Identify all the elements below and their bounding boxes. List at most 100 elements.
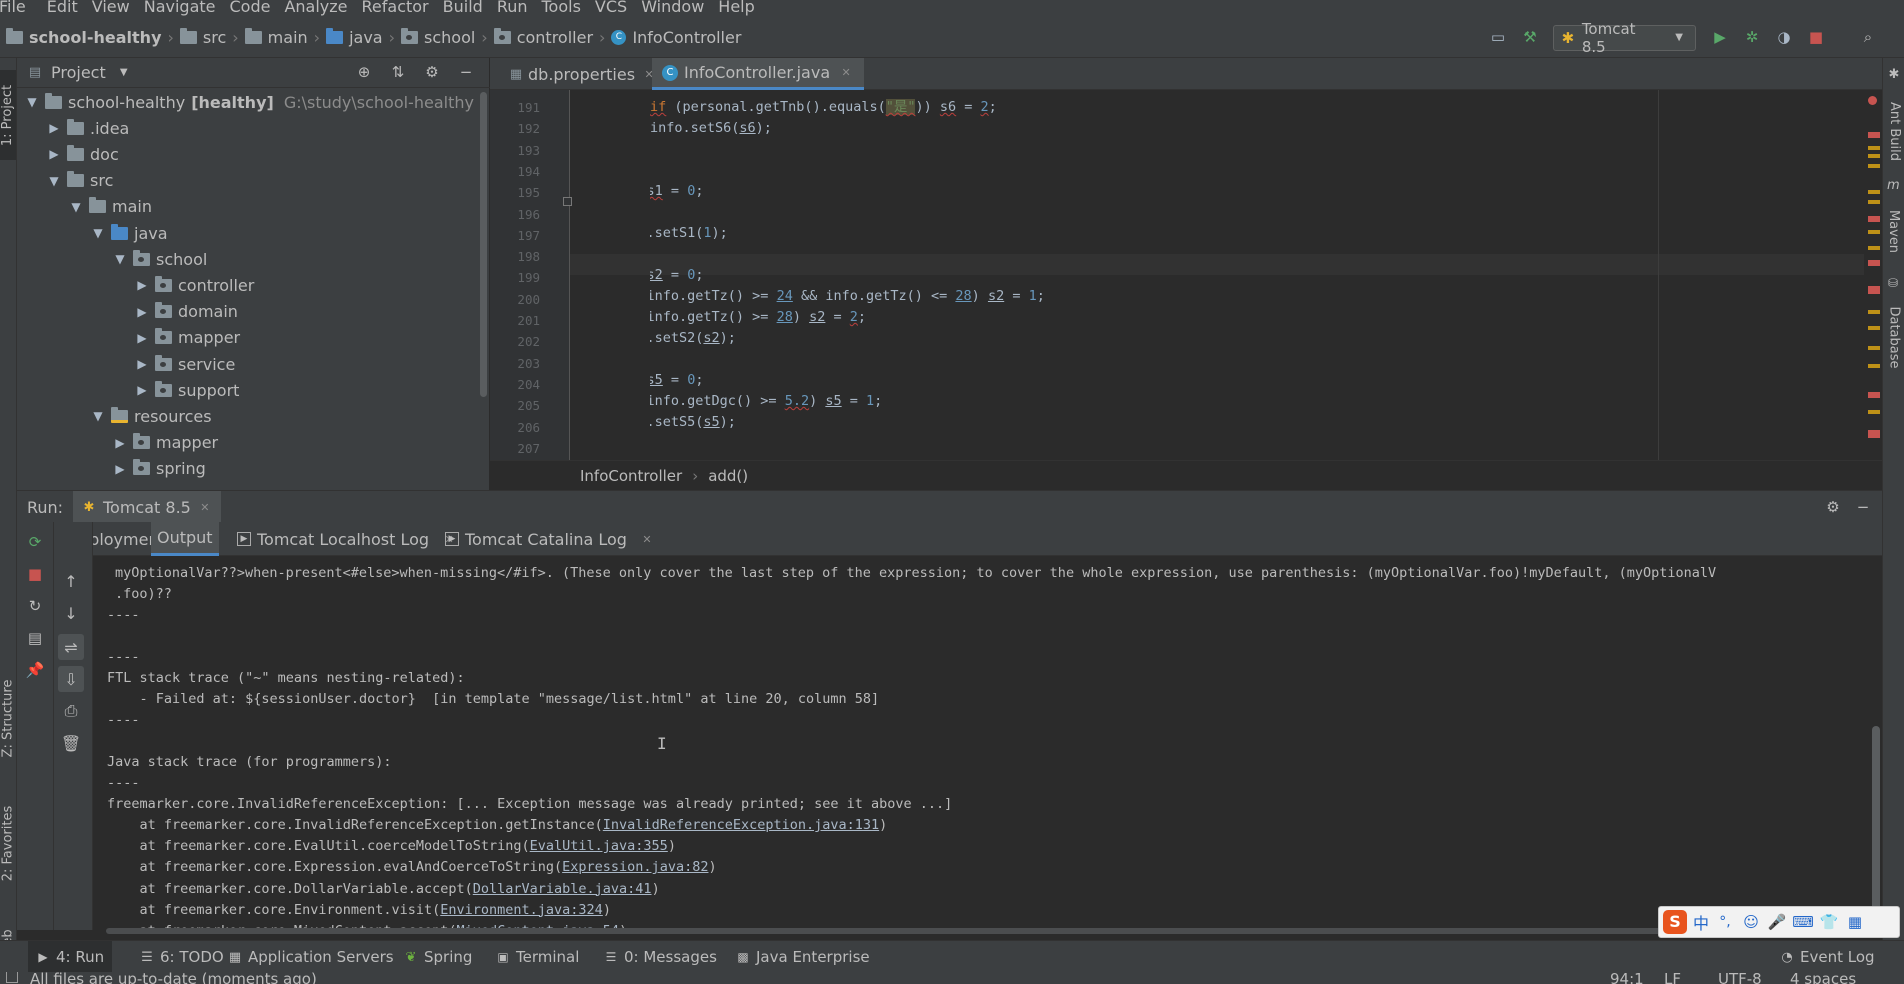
- fold-marker-icon[interactable]: [563, 197, 572, 206]
- chevron-down-icon[interactable]: ▼: [69, 200, 83, 214]
- status-layout-icon[interactable]: [6, 972, 18, 983]
- stop-icon[interactable]: ■: [1806, 27, 1826, 47]
- breadcrumb-item-java[interactable]: java: [349, 28, 383, 47]
- line-separator[interactable]: LF: [1664, 972, 1681, 984]
- tree-root[interactable]: ▼ school-healthy [healthy] G:\study\school-…: [25, 89, 474, 115]
- source-link[interactable]: Environment.java:324: [440, 902, 603, 918]
- tree-item[interactable]: ▼ school: [113, 246, 207, 272]
- tab-tomcat-localhost-log[interactable]: ▶ Tomcat Localhost Log ✕: [231, 522, 463, 556]
- chevron-down-icon[interactable]: ▼: [91, 409, 105, 423]
- menu-help[interactable]: Help: [711, 0, 761, 15]
- breadcrumb-class[interactable]: InfoController: [580, 467, 682, 485]
- tree-item[interactable]: ▶ spring: [113, 456, 206, 482]
- file-encoding[interactable]: UTF-8: [1718, 972, 1762, 984]
- console-hscrollbar[interactable]: [106, 928, 1866, 934]
- database-tool-tab[interactable]: Database: [1884, 292, 1904, 382]
- spring-tool-button[interactable]: ❦ Spring: [404, 941, 473, 973]
- chevron-down-icon[interactable]: ▼: [91, 226, 105, 240]
- debug-icon[interactable]: ✲: [1742, 27, 1762, 47]
- chevron-right-icon[interactable]: ▶: [47, 121, 61, 135]
- code-content[interactable]: if (personal.getTnb().equals("是")) s6 = …: [650, 97, 1850, 460]
- menu-file[interactable]: File: [0, 0, 40, 15]
- chevron-right-icon[interactable]: ▶: [135, 331, 149, 345]
- ime-toolbar[interactable]: S 中 °, ☺ 🎤 ⌨ 👕 ▦: [1658, 906, 1900, 938]
- menu-vcs[interactable]: VCS: [588, 0, 634, 15]
- java-enterprise-tool-button[interactable]: ▩ Java Enterprise: [736, 941, 869, 973]
- breadcrumb-project[interactable]: school-healthy: [29, 28, 162, 47]
- menu-tools[interactable]: Tools: [535, 0, 588, 15]
- indent-setting[interactable]: 4 spaces: [1790, 972, 1856, 984]
- grid-menu-icon[interactable]: ▦: [1845, 912, 1865, 932]
- tree-item[interactable]: ▼ resources: [91, 403, 212, 429]
- emoji-icon[interactable]: ☺: [1741, 912, 1761, 932]
- menu-run[interactable]: Run: [490, 0, 535, 15]
- menu-build[interactable]: Build: [436, 0, 490, 15]
- console-scrollbar[interactable]: [1872, 726, 1880, 926]
- ant-build-tool-tab[interactable]: Ant Build: [1884, 86, 1904, 176]
- tree-item[interactable]: ▶ .idea: [47, 115, 129, 141]
- tab-infocontroller-java[interactable]: C InfoController.java ✕: [652, 58, 865, 90]
- run-tool-button[interactable]: ▶ 4: Run: [28, 941, 113, 973]
- tree-item[interactable]: ▶ mapper: [135, 325, 240, 351]
- project-panel-title[interactable]: Project: [51, 63, 106, 82]
- chevron-right-icon[interactable]: ▶: [135, 305, 149, 319]
- close-icon[interactable]: ✕: [197, 497, 213, 517]
- caret-position[interactable]: 94:1: [1610, 972, 1644, 984]
- project-tool-tab[interactable]: 1: Project: [0, 70, 16, 160]
- tree-item[interactable]: ▶ doc: [47, 141, 119, 167]
- chevron-right-icon[interactable]: ▶: [135, 278, 149, 292]
- skin-shirt-icon[interactable]: 👕: [1819, 912, 1839, 932]
- source-link[interactable]: EvalUtil.java:355: [530, 838, 668, 854]
- close-icon[interactable]: ✕: [639, 529, 655, 549]
- chevron-right-icon[interactable]: ▶: [113, 462, 127, 476]
- todo-tool-button[interactable]: ☰ 6: TODO: [140, 941, 224, 973]
- gear-icon[interactable]: ⚙: [1823, 497, 1843, 517]
- tab-tomcat-catalina-log[interactable]: ▶ Tomcat Catalina Log ✕: [439, 522, 661, 556]
- close-icon[interactable]: ✕: [838, 63, 854, 83]
- layout-icon[interactable]: ▭: [1488, 27, 1508, 47]
- project-scrollbar[interactable]: [480, 92, 487, 397]
- maven-tool-tab[interactable]: Maven: [1884, 196, 1904, 266]
- source-link[interactable]: InvalidReferenceException.java:131: [603, 817, 879, 833]
- tree-item[interactable]: ▶ support: [135, 377, 239, 403]
- source-link[interactable]: DollarVariable.java:41: [473, 881, 652, 897]
- breadcrumb-item-controller[interactable]: controller: [517, 28, 593, 47]
- chevron-right-icon[interactable]: ▶: [135, 383, 149, 397]
- terminal-tool-button[interactable]: ▣ Terminal: [496, 941, 579, 973]
- chevron-right-icon[interactable]: ▶: [113, 436, 127, 450]
- gear-icon[interactable]: ⚙: [422, 63, 442, 83]
- collapse-all-icon[interactable]: ⇅: [388, 63, 408, 83]
- breadcrumb-item-infocontroller[interactable]: InfoController: [632, 28, 741, 47]
- run-config-selector[interactable]: ✱ Tomcat 8.5 ▼: [1553, 20, 1696, 56]
- error-stripe[interactable]: [1864, 90, 1882, 460]
- keyboard-icon[interactable]: ⌨: [1792, 912, 1814, 932]
- application-servers-tool-button[interactable]: ▦ Application Servers: [228, 941, 394, 973]
- tree-item[interactable]: ▼ src: [47, 168, 113, 194]
- ime-mode-chinese[interactable]: 中: [1693, 910, 1709, 934]
- menu-navigate[interactable]: Navigate: [137, 0, 223, 15]
- messages-tool-button[interactable]: ☰ 0: Messages: [604, 941, 717, 973]
- tree-item[interactable]: ▶ service: [135, 351, 235, 377]
- tree-item[interactable]: ▶ mapper: [113, 430, 218, 456]
- chevron-down-icon[interactable]: ▼: [113, 252, 127, 266]
- source-link[interactable]: Expression.java:82: [562, 859, 708, 875]
- tab-output[interactable]: Output: [151, 522, 219, 556]
- menu-code[interactable]: Code: [223, 0, 278, 15]
- console-output[interactable]: myOptionalVar??>when-present<#else>when-…: [0, 556, 1882, 930]
- coverage-icon[interactable]: ◑: [1774, 27, 1794, 47]
- chevron-right-icon[interactable]: ▶: [47, 147, 61, 161]
- locate-target-icon[interactable]: ⊕: [354, 63, 374, 83]
- event-log-tool-button[interactable]: ◔ Event Log: [1780, 941, 1874, 973]
- tree-item[interactable]: ▼ java: [91, 220, 168, 246]
- punctuation-icon[interactable]: °,: [1715, 912, 1735, 932]
- chevron-down-icon[interactable]: ▼: [25, 95, 39, 109]
- menu-edit[interactable]: Edit: [40, 0, 85, 15]
- tree-item[interactable]: ▶ controller: [135, 272, 254, 298]
- hide-minus-icon[interactable]: −: [1853, 497, 1873, 517]
- rerun-icon[interactable]: ⟳: [25, 532, 45, 552]
- run-icon[interactable]: ▶: [1710, 27, 1730, 47]
- search-icon[interactable]: ⌕: [1858, 27, 1878, 47]
- run-config-tab[interactable]: ✱ Tomcat 8.5 ✕: [73, 491, 221, 523]
- tree-item[interactable]: ▶ domain: [135, 299, 238, 325]
- menu-refactor[interactable]: Refactor: [355, 0, 436, 15]
